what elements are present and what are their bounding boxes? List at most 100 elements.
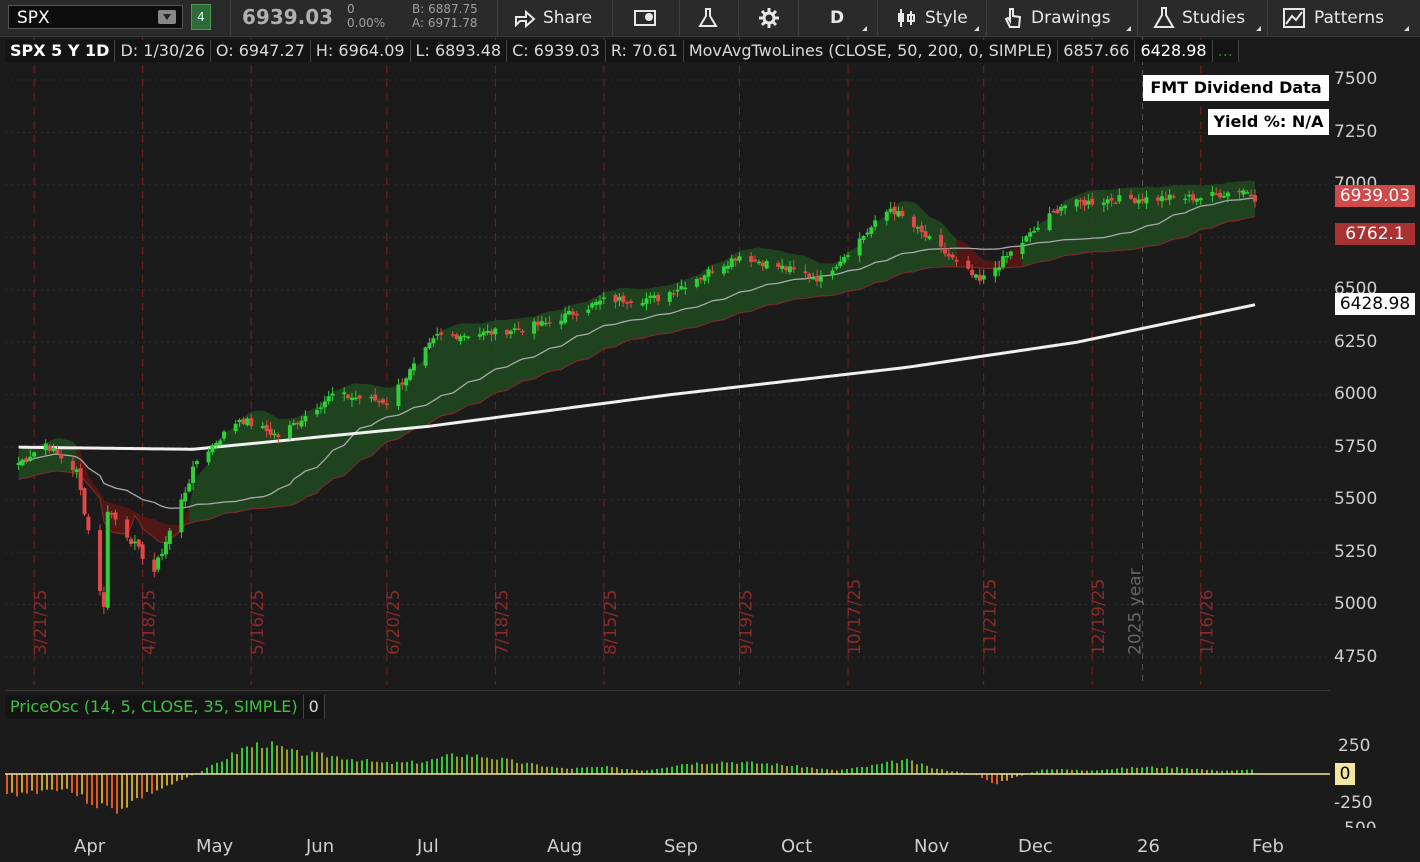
time-axis-label: Sep	[664, 836, 698, 857]
candle-body	[1101, 202, 1106, 205]
flask-button[interactable]	[697, 0, 719, 36]
candle-body	[450, 334, 455, 336]
drawings-button[interactable]: Drawings	[1001, 0, 1111, 36]
price-tick: 7500	[1334, 69, 1378, 89]
year-divider-label: 2025 year	[1126, 568, 1146, 655]
candle-body	[346, 394, 351, 399]
candle-body	[861, 236, 866, 240]
price-chart-area[interactable]: 3/21/25 4/18/25 5/16/25 6/20/25 7/18/25 8/15/…	[5, 37, 1330, 685]
candle-body	[86, 516, 91, 531]
candle-body	[683, 287, 688, 290]
expiration-label: 7/18/25	[492, 589, 512, 655]
price-tick: 7250	[1334, 121, 1378, 142]
candle-body	[939, 234, 944, 247]
candle-body	[698, 277, 703, 280]
candle-body	[834, 266, 839, 269]
change-percent: 0.00%	[347, 16, 386, 30]
symbol-group-badge[interactable]: 4	[191, 4, 211, 30]
candle-body	[830, 270, 835, 276]
patterns-button[interactable]: Patterns	[1282, 0, 1384, 36]
studies-label: Studies	[1182, 8, 1246, 28]
candle-body	[756, 261, 761, 264]
candle-body	[1249, 194, 1254, 197]
candle-body	[222, 431, 227, 439]
candle-body	[923, 231, 928, 238]
candle-body	[942, 248, 947, 254]
style-button[interactable]: Style	[895, 0, 968, 36]
candle-body	[1055, 209, 1060, 214]
settings-button[interactable]	[757, 0, 781, 36]
price-tick: 6000	[1334, 384, 1378, 404]
candle-body	[233, 423, 238, 431]
candle-body	[1004, 255, 1009, 258]
candle-body	[1001, 256, 1006, 268]
expiration-label: 3/21/25	[31, 589, 51, 655]
price-tick: 5500	[1334, 489, 1378, 509]
candle-body	[671, 293, 676, 295]
candle-body	[787, 266, 792, 273]
candle-body	[973, 274, 978, 278]
style-label: Style	[925, 8, 968, 28]
bar-low: L: 6893.48	[410, 40, 508, 62]
chart-settings-button[interactable]	[633, 0, 659, 36]
candle-body	[570, 311, 575, 315]
more-dots[interactable]: ...	[1212, 40, 1239, 62]
candle-body	[950, 254, 955, 258]
candle-body	[512, 328, 517, 331]
hand-pointer-icon	[1004, 8, 1022, 28]
candle-body	[105, 511, 110, 608]
candle-body	[28, 456, 33, 461]
ask-value: A: 6971.78	[412, 16, 478, 30]
candle-body	[32, 452, 37, 457]
time-axis-label: May	[196, 836, 234, 857]
candle-body	[24, 458, 29, 461]
candle-body	[1225, 192, 1230, 197]
candle-body	[163, 541, 168, 555]
candle-body	[380, 399, 385, 404]
time-axis-label: Aug	[547, 836, 583, 857]
chart-title[interactable]: SPX 5 Y 1D	[5, 40, 116, 62]
candle-body	[132, 541, 137, 544]
candle-body	[78, 468, 83, 490]
candle-body	[1163, 198, 1168, 200]
candle-body	[981, 275, 986, 280]
study-label[interactable]: MovAvgTwoLines (CLOSE, 50, 200, 0, SIMPL…	[683, 40, 1059, 62]
dropdown-corner	[862, 26, 867, 31]
candle-body	[1078, 200, 1083, 202]
price-tick: 5750	[1334, 436, 1378, 457]
time-axis-label: Oct	[781, 836, 813, 857]
candle-body	[780, 265, 785, 269]
candle-body	[404, 378, 409, 386]
expiration-label: 11/21/25	[981, 579, 1001, 655]
candle-body	[547, 322, 552, 324]
symbol-input[interactable]: SPX	[8, 5, 183, 29]
candle-body	[815, 276, 820, 282]
candle-body	[966, 260, 971, 269]
candle-body	[729, 258, 734, 267]
top-toolbar: SPX 4 6939.03 0 0.00% B: 6887.75 A: 6971…	[0, 0, 1420, 37]
candle-body	[191, 466, 196, 484]
symbol-dropdown-button[interactable]	[158, 10, 176, 24]
candle-body	[1024, 236, 1029, 242]
candle-body	[892, 206, 897, 215]
candle-body	[287, 425, 292, 438]
candle-body	[1140, 198, 1145, 202]
candle-body	[640, 302, 645, 306]
share-button[interactable]: Share	[513, 0, 592, 36]
candle-body	[1063, 205, 1068, 209]
candle-body	[210, 444, 215, 453]
change-value: 0	[347, 2, 355, 16]
candle-body	[249, 418, 254, 427]
price-axis[interactable]	[1331, 37, 1420, 827]
candle-body	[1090, 198, 1095, 205]
candle-body	[493, 328, 498, 335]
candle-body	[109, 513, 114, 515]
aggregation-button[interactable]: D	[830, 0, 844, 36]
candle-body	[1167, 194, 1172, 200]
studies-button[interactable]: Studies	[1152, 0, 1245, 36]
share-icon	[515, 9, 536, 28]
candle-body	[70, 460, 75, 471]
oscillator-label[interactable]: PriceOsc (14, 5, CLOSE, 35, SIMPLE)	[5, 695, 304, 719]
price-chart-svg[interactable]: 3/21/25 4/18/25 5/16/25 6/20/25 7/18/25 8/15/…	[5, 37, 1330, 685]
candle-body	[1187, 194, 1192, 197]
